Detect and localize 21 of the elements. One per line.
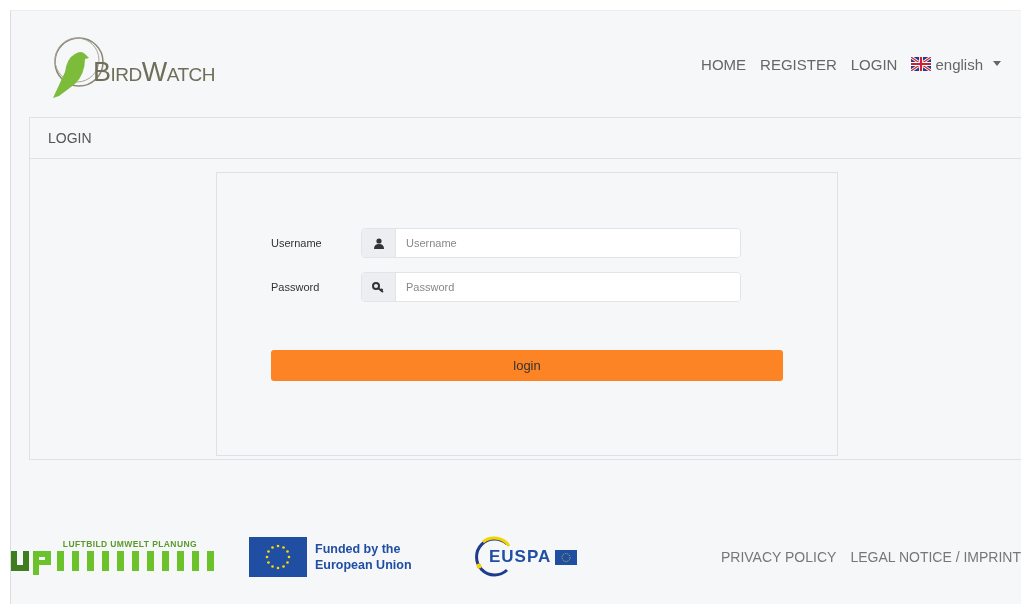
nav-link[interactable]: HOME bbox=[701, 55, 747, 73]
nav-link[interactable]: REGISTER bbox=[760, 55, 837, 73]
footer-link[interactable]: LEGAL NOTICE / IMPRINT bbox=[850, 549, 1021, 565]
eu-flag-icon bbox=[555, 549, 578, 565]
key-icon bbox=[372, 281, 385, 293]
input-field[interactable]: Password bbox=[361, 272, 741, 302]
agency-logo-text: EUSPA bbox=[489, 547, 552, 567]
field-label: Username bbox=[271, 237, 323, 249]
partner-name: LUFTBILD UMWELT PLANUNG bbox=[62, 539, 197, 549]
flag-icon bbox=[911, 57, 932, 71]
footer-link[interactable]: PRIVACY POLICY bbox=[720, 549, 837, 565]
language-dropdown[interactable]: english bbox=[911, 55, 1003, 73]
panel-title: LOGIN bbox=[48, 130, 92, 146]
field-label: Password bbox=[271, 281, 321, 293]
user-icon bbox=[373, 237, 384, 249]
nav-link[interactable]: LOGIN bbox=[850, 55, 898, 73]
caret-icon bbox=[991, 61, 1003, 67]
eu-flag-icon bbox=[249, 537, 307, 577]
input-field[interactable]: Username bbox=[361, 228, 741, 258]
eu-funding-text: Funded by the European Union bbox=[315, 541, 413, 573]
login-button[interactable]: login bbox=[271, 350, 783, 381]
